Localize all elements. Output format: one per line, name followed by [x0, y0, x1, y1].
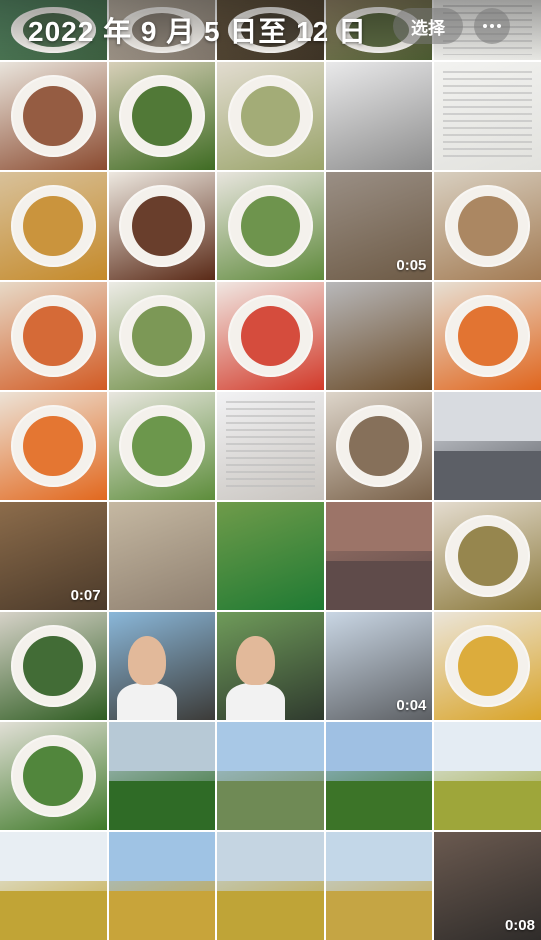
food-graphic — [132, 415, 192, 477]
photo-thumbnail[interactable] — [108, 282, 216, 390]
photo-thumbnail[interactable] — [0, 282, 107, 390]
photo-thumbnail[interactable] — [108, 502, 216, 610]
photo-thumbnail[interactable] — [434, 172, 541, 280]
ground-graphic — [217, 781, 324, 830]
food-graphic — [23, 745, 84, 807]
photo-thumbnail[interactable] — [108, 62, 216, 170]
person-graphic — [127, 635, 167, 686]
food-graphic — [240, 85, 301, 147]
photo-thumbnail[interactable] — [217, 832, 324, 940]
food-graphic — [457, 635, 518, 697]
food-graphic — [23, 635, 84, 697]
photo-thumbnail[interactable] — [0, 612, 107, 720]
photo-thumbnail[interactable] — [325, 832, 433, 940]
ground-graphic — [325, 891, 433, 940]
sky-graphic — [0, 832, 107, 881]
sky-graphic — [325, 502, 433, 551]
sky-graphic — [217, 722, 324, 771]
ground-graphic — [325, 561, 433, 610]
sky-graphic — [434, 722, 541, 771]
photo-thumbnail[interactable] — [434, 722, 541, 830]
photo-thumbnail[interactable] — [434, 392, 541, 500]
video-duration: 0:08 — [504, 917, 535, 934]
photo-thumbnail[interactable] — [108, 392, 216, 500]
photo-thumbnail[interactable] — [434, 612, 541, 720]
food-graphic — [23, 85, 84, 147]
photo-thumbnail[interactable] — [434, 502, 541, 610]
video-duration: 0:07 — [70, 587, 101, 604]
page-title: 2022 年 9 月 5 日至 12 日 — [28, 16, 368, 47]
sky-graphic — [108, 722, 216, 771]
photo-thumbnail[interactable] — [325, 392, 433, 500]
photo-thumbnail[interactable] — [217, 392, 324, 500]
food-graphic — [457, 305, 518, 367]
document-graphic — [442, 70, 533, 162]
food-graphic — [23, 415, 84, 477]
video-duration: 0:04 — [396, 697, 427, 714]
person-graphic — [236, 635, 275, 686]
food-graphic — [457, 195, 518, 257]
photo-thumbnail[interactable] — [434, 282, 541, 390]
ellipsis-icon[interactable] — [474, 8, 510, 44]
photo-thumbnail[interactable] — [0, 722, 107, 830]
video-thumbnail[interactable]: 0:04 — [325, 612, 433, 720]
photo-thumbnail[interactable] — [108, 832, 216, 940]
food-graphic — [132, 195, 192, 257]
document-graphic — [225, 400, 316, 492]
photo-thumbnail[interactable] — [0, 392, 107, 500]
sky-graphic — [434, 392, 541, 441]
food-graphic — [457, 525, 518, 587]
ground-graphic — [108, 781, 216, 830]
video-thumbnail[interactable]: 0:08 — [434, 832, 541, 940]
photo-thumbnail[interactable] — [0, 172, 107, 280]
food-graphic — [132, 305, 192, 367]
photo-thumbnail[interactable] — [108, 722, 216, 830]
photo-thumbnail[interactable] — [217, 172, 324, 280]
video-duration: 0:05 — [396, 257, 427, 274]
photo-thumbnail[interactable] — [108, 612, 216, 720]
photo-thumbnail[interactable] — [217, 282, 324, 390]
photo-thumbnail[interactable] — [325, 282, 433, 390]
food-graphic — [240, 305, 301, 367]
food-graphic — [240, 195, 301, 257]
photo-grid: 0:05 0:07 0:04 0:08 — [0, 0, 541, 940]
food-graphic — [132, 85, 192, 147]
sky-graphic — [217, 832, 324, 881]
photo-thumbnail[interactable] — [217, 722, 324, 830]
photo-thumbnail[interactable] — [0, 832, 107, 940]
photo-thumbnail[interactable] — [325, 722, 433, 830]
photo-thumbnail[interactable] — [217, 62, 324, 170]
photo-thumbnail[interactable] — [325, 62, 433, 170]
photo-thumbnail[interactable] — [434, 62, 541, 170]
ground-graphic — [0, 891, 107, 940]
sky-graphic — [325, 832, 433, 881]
ground-graphic — [325, 781, 433, 830]
sky-graphic — [108, 832, 216, 881]
sky-graphic — [325, 722, 433, 771]
video-thumbnail[interactable]: 0:05 — [325, 172, 433, 280]
photo-thumbnail[interactable] — [217, 502, 324, 610]
ground-graphic — [434, 781, 541, 830]
ground-graphic — [217, 891, 324, 940]
select-button[interactable]: 选择 — [393, 8, 463, 44]
photo-thumbnail[interactable] — [108, 172, 216, 280]
food-graphic — [23, 305, 84, 367]
photo-thumbnail[interactable] — [325, 502, 433, 610]
person-body-graphic — [225, 683, 286, 720]
person-body-graphic — [117, 683, 177, 720]
photo-thumbnail[interactable] — [217, 612, 324, 720]
photo-thumbnail[interactable] — [0, 62, 107, 170]
food-graphic — [349, 415, 409, 477]
ground-graphic — [434, 451, 541, 500]
video-thumbnail[interactable]: 0:07 — [0, 502, 107, 610]
ground-graphic — [108, 891, 216, 940]
food-graphic — [23, 195, 84, 257]
